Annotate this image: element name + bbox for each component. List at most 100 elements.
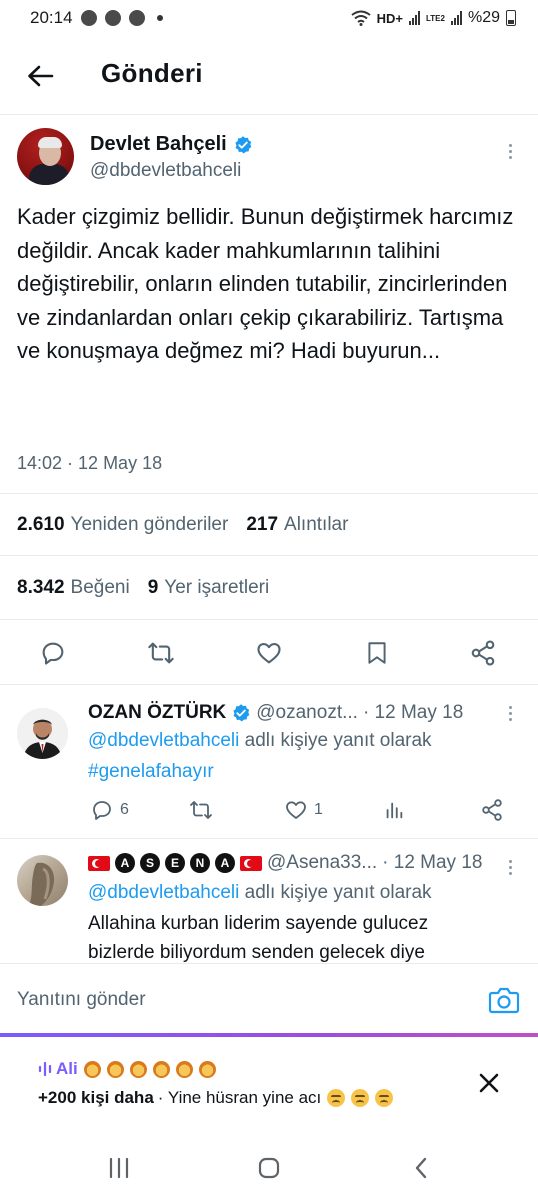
reply-more-button[interactable]	[502, 856, 518, 880]
lion-emoji-icon	[152, 1060, 170, 1078]
spaces-close-button[interactable]	[475, 1069, 503, 1097]
heart-icon	[257, 642, 281, 664]
quotes-count: 217	[246, 514, 279, 535]
verified-badge-icon	[233, 704, 250, 722]
author-handle[interactable]: @dbdevletbahceli	[90, 160, 241, 182]
reply-to-suffix: adlı kişiye yanıt olarak	[244, 730, 432, 751]
tweet-timestamp[interactable]: 14:02 · 12 May 18	[17, 453, 162, 474]
reply-more-button[interactable]	[502, 702, 518, 726]
hashtag-link[interactable]: #genelafahayır	[88, 757, 214, 787]
signal-icon	[409, 11, 420, 25]
verified-badge-icon	[235, 135, 252, 153]
reposts-stat[interactable]: 2.610 Yeniden gönderiler	[17, 514, 228, 536]
system-back-button[interactable]	[406, 1153, 436, 1183]
reply-to-handle-link[interactable]: @dbdevletbahceli	[88, 882, 239, 903]
like-button[interactable]	[254, 638, 284, 668]
arrow-left-icon	[28, 65, 54, 87]
reply-like-button[interactable]: 1	[284, 798, 323, 822]
network-type-label: HD+	[376, 10, 403, 26]
likes-stat[interactable]: 8.342 Beğeni	[17, 577, 130, 599]
repost-button[interactable]	[146, 638, 176, 668]
reply-header: A S E N A @Asena33... · 12 May 18	[88, 852, 482, 874]
reply-item[interactable]: OZAN ÖZTÜRK @ozanozt... · 12 May 18 @dbd…	[0, 684, 538, 839]
page-title: Gönderi	[101, 58, 203, 88]
reply-author-name[interactable]: OZAN ÖZTÜRK	[88, 702, 226, 724]
spaces-banner[interactable]: Ali +200 kişi daha · Yine hüsran yine ac…	[0, 1037, 538, 1137]
tweet-text: Kader çizgimiz bellidir. Bunun değiştirm…	[17, 204, 514, 363]
reply-to-suffix: adlı kişiye yanıt olarak	[244, 882, 432, 903]
reply-avatar-photo	[29, 862, 55, 906]
status-time: 20:14	[30, 8, 73, 27]
name-letter: A	[215, 853, 235, 873]
reply-header: OZAN ÖZTÜRK @ozanozt... · 12 May 18	[88, 702, 463, 724]
reply-repost-button[interactable]	[188, 798, 214, 822]
reply-avatar-photo	[17, 708, 68, 759]
likes-label: Beğeni	[70, 577, 130, 598]
reply-button[interactable]	[38, 638, 68, 668]
reply-input[interactable]: Yanıtını gönder	[17, 989, 146, 1011]
chrome-notification-icon	[80, 10, 97, 26]
turkey-flag-icon	[240, 855, 262, 871]
repost-icon	[148, 642, 174, 664]
reply-avatar[interactable]	[17, 855, 68, 906]
recent-apps-button[interactable]	[104, 1153, 134, 1183]
battery-percent: %29	[467, 9, 500, 26]
status-bar: 20:14 HD+ LTE2 %29	[0, 0, 538, 36]
divider	[0, 493, 538, 494]
reply-icon	[42, 642, 64, 665]
quotes-stat[interactable]: 217 Alıntılar	[246, 514, 348, 536]
home-button[interactable]	[254, 1153, 284, 1183]
audio-wave-icon	[38, 1061, 52, 1077]
lion-emoji-icon	[129, 1060, 147, 1078]
reply-reply-button[interactable]: 6	[90, 798, 129, 822]
share-button[interactable]	[468, 638, 498, 668]
camera-icon	[488, 987, 520, 1014]
heart-icon	[286, 801, 306, 819]
reply-analytics-button[interactable]	[383, 798, 405, 822]
reply-to-handle-link[interactable]: @dbdevletbahceli	[88, 730, 239, 751]
share-icon	[482, 799, 502, 821]
lion-emoji-icon	[83, 1060, 101, 1078]
sad-face-emoji-icon	[375, 1089, 394, 1107]
reply-context: @dbdevletbahceli adlı kişiye yanıt olara…	[88, 730, 432, 752]
camera-button[interactable]	[488, 986, 520, 1014]
reply-item[interactable]: A S E N A @Asena33... · 12 May 18 @dbdev…	[0, 838, 538, 963]
divider	[0, 555, 538, 556]
avatar-suit	[29, 164, 69, 185]
back-button[interactable]	[22, 58, 58, 94]
spaces-title: · Yine hüsran yine acı	[157, 1088, 322, 1107]
author-name[interactable]: Devlet Bahçeli	[90, 133, 253, 156]
lion-emoji-icon	[175, 1060, 193, 1078]
reply-context: @dbdevletbahceli adlı kişiye yanıt olara…	[88, 882, 432, 904]
battery-icon	[506, 10, 516, 26]
reply-avatar[interactable]	[17, 708, 68, 759]
reply-share-button[interactable]	[480, 798, 504, 822]
system-nav-bar	[0, 1137, 538, 1200]
status-left: 20:14	[30, 8, 163, 28]
wifi-icon	[351, 10, 371, 26]
reply-date: · 12 May 18	[382, 852, 483, 873]
author-avatar[interactable]	[17, 128, 74, 185]
bookmarks-count: 9	[147, 577, 159, 598]
name-letter: S	[140, 853, 160, 873]
spaces-info-row: +200 kişi daha · Yine hüsran yine acı	[38, 1088, 394, 1108]
reply-composer[interactable]: Yanıtını gönder	[0, 963, 538, 1026]
tweet-action-bar	[0, 630, 538, 674]
reply-icon	[93, 801, 111, 820]
reply-author-handle[interactable]: @Asena33...	[267, 852, 377, 874]
chrome-notification-icon-2	[104, 10, 121, 26]
bookmark-button[interactable]	[362, 638, 392, 668]
bookmarks-stat[interactable]: 9 Yer işaretleri	[148, 577, 269, 599]
spaces-host-row: Ali	[38, 1059, 216, 1079]
reply-author-handle[interactable]: @ozanozt...	[256, 702, 358, 724]
quotes-label: Alıntılar	[284, 514, 349, 535]
spaces-host-name: Ali	[56, 1059, 78, 1078]
home-icon	[258, 1157, 280, 1179]
reposts-count: 2.610	[17, 514, 65, 535]
bookmark-icon	[368, 642, 386, 664]
reply-text-line: Allahina kurban liderim sayende gulucez	[88, 913, 429, 934]
divider	[0, 114, 538, 115]
author-name-text: Devlet Bahçeli	[90, 133, 227, 155]
more-options-button[interactable]	[500, 140, 520, 168]
divider	[0, 619, 538, 620]
